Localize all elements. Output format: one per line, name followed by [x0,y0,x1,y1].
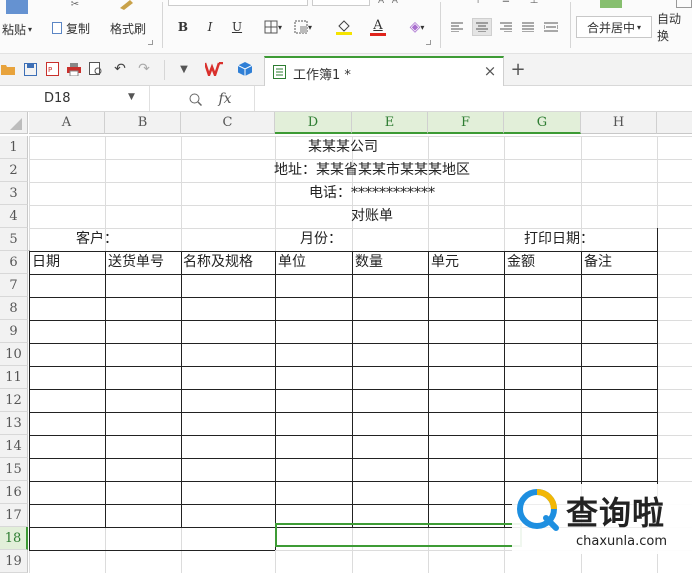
watermark: 查询啦 chaxunla.com [512,484,692,554]
statement-title-cell[interactable]: 对账单 [29,205,657,228]
watermark-url: chaxunla.com [576,534,667,549]
search-logo-icon [516,488,560,532]
header-name-spec-cell[interactable]: 名称及规格 [183,251,253,274]
print-date-label-cell[interactable]: 打印日期： [524,228,594,251]
header-quantity-cell[interactable]: 数量 [355,251,383,274]
header-date-cell[interactable]: 日期 [32,251,60,274]
address-cell[interactable]: 地址：某某省某某市某某某地区 [29,159,657,182]
header-delivery-no-cell[interactable]: 送货单号 [108,251,164,274]
watermark-brand: 查询啦 [566,494,666,532]
header-unit-cell[interactable]: 单位 [278,251,306,274]
month-label-cell[interactable]: 月份： [300,228,342,251]
phone-cell[interactable]: 电话：************ [29,182,657,205]
header-remarks-cell[interactable]: 备注 [584,251,612,274]
customer-label-cell[interactable]: 客户： [76,228,118,251]
header-unit-price-cell[interactable]: 单元 [431,251,459,274]
company-name-cell[interactable]: 某某某公司 [29,136,657,159]
active-cell-d18[interactable] [275,523,522,547]
header-amount-cell[interactable]: 金额 [507,251,535,274]
